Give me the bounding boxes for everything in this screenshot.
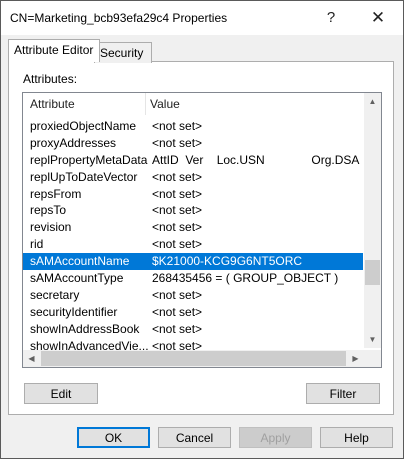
table-row[interactable]: proxiedObjectName <not set>	[23, 118, 363, 135]
table-row[interactable]: sAMAccountType 268435456 = ( GROUP_OBJECT…	[23, 270, 363, 287]
attribute-name: replPropertyMetaData	[30, 152, 148, 167]
vertical-scroll-thumb[interactable]	[365, 260, 380, 285]
horizontal-scrollbar[interactable]: ◀ ▶	[23, 350, 364, 367]
attribute-value: <not set>	[152, 237, 203, 252]
attribute-value: <not set>	[152, 186, 203, 201]
attributes-label: Attributes:	[23, 72, 78, 86]
scroll-up-icon[interactable]: ▲	[364, 93, 381, 110]
title-bar: CN=Marketing_bcb93efa29c4 Properties ? ✕	[1, 1, 403, 35]
column-header-value[interactable]: Value	[150, 97, 180, 111]
horizontal-scroll-thumb[interactable]	[41, 351, 346, 366]
column-separator[interactable]	[145, 93, 146, 115]
attribute-value: <not set>	[152, 287, 203, 302]
attribute-value: <not set>	[152, 304, 203, 319]
attribute-name: proxiedObjectName	[30, 119, 137, 133]
table-row[interactable]: replUpToDateVector <not set>	[23, 169, 363, 186]
table-row[interactable]: revision <not set>	[23, 219, 363, 236]
ok-button[interactable]: OK	[77, 427, 150, 448]
table-row[interactable]: repsFrom <not set>	[23, 186, 363, 203]
cancel-button[interactable]: Cancel	[158, 427, 231, 448]
attributes-list[interactable]: Attribute Value proxiedObjectName <not se…	[22, 92, 382, 368]
attribute-value: <not set>	[152, 220, 203, 235]
attribute-value: <not set>	[152, 203, 203, 218]
scrollbar-corner	[364, 350, 381, 367]
scroll-right-icon[interactable]: ▶	[347, 350, 364, 367]
table-row[interactable]: showInAddressBook <not set>	[23, 321, 363, 338]
close-icon[interactable]: ✕	[363, 5, 393, 31]
help-icon[interactable]: ?	[316, 5, 346, 31]
help-button[interactable]: Help	[320, 427, 393, 448]
attribute-name: securityIdentifier	[30, 304, 118, 319]
table-row[interactable]: repsTo <not set>	[23, 202, 363, 219]
table-row[interactable]: sAMAccountName $K21000-KCG9G6NT5ORC	[23, 253, 363, 271]
apply-button[interactable]: Apply	[239, 427, 312, 448]
column-header-attribute[interactable]: Attribute	[30, 97, 75, 111]
table-row[interactable]: securityIdentifier <not set>	[23, 304, 363, 321]
attribute-value: <not set>	[152, 135, 203, 150]
table-row[interactable]: secretary <not set>	[23, 287, 363, 304]
attribute-name: sAMAccountName	[30, 254, 130, 269]
attribute-name: replUpToDateVector	[30, 169, 138, 184]
attribute-name: proxyAddresses	[30, 135, 117, 150]
attribute-value: <not set>	[152, 169, 203, 184]
window-title: CN=Marketing_bcb93efa29c4 Properties	[10, 11, 228, 25]
scroll-left-icon[interactable]: ◀	[23, 350, 40, 367]
attribute-value: <not set>	[152, 119, 203, 133]
list-header: Attribute Value	[23, 93, 363, 115]
scroll-down-icon[interactable]: ▼	[364, 331, 381, 348]
table-row[interactable]: replPropertyMetaData AttID Ver Loc.USN Or…	[23, 152, 363, 169]
attribute-name: revision	[30, 220, 72, 235]
attribute-name: repsFrom	[30, 186, 82, 201]
attribute-name: repsTo	[30, 203, 67, 218]
filter-button[interactable]: Filter	[306, 383, 380, 404]
attribute-name: secretary	[30, 287, 80, 302]
tab-security[interactable]: Security	[94, 42, 152, 63]
list-rows: proxiedObjectName <not set> proxyAddresses…	[23, 118, 363, 354]
attribute-value: $K21000-KCG9G6NT5ORC	[152, 254, 303, 269]
table-row[interactable]: proxyAddresses <not set>	[23, 135, 363, 152]
attribute-value: <not set>	[152, 321, 203, 336]
vertical-scrollbar[interactable]: ▲ ▼	[364, 93, 381, 348]
attribute-name: rid	[30, 237, 44, 252]
attribute-value: 268435456 = ( GROUP_OBJECT )	[152, 271, 339, 286]
attribute-name: showInAddressBook	[30, 321, 140, 336]
attribute-name: sAMAccountType	[30, 271, 124, 286]
tab-attribute-editor[interactable]: Attribute Editor	[8, 39, 100, 62]
table-row[interactable]: rid <not set>	[23, 236, 363, 253]
attribute-value: AttID Ver Loc.USN Org.DSA	[152, 152, 360, 167]
edit-button[interactable]: Edit	[24, 383, 98, 404]
